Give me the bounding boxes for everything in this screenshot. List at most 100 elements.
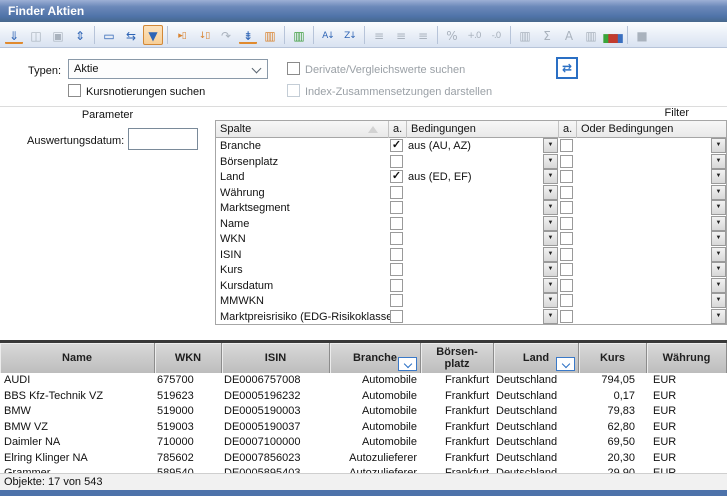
filter-row: ISIN ▼ ▼ [216, 247, 726, 263]
or-checkbox[interactable] [560, 294, 573, 307]
titlebar[interactable]: Finder Aktien [0, 0, 727, 22]
chart-icon[interactable]: ▅ [603, 25, 623, 45]
kursnotierungen-checkbox[interactable] [68, 84, 81, 97]
or-checkbox[interactable] [560, 310, 573, 323]
results-header-w-hrung[interactable]: Währung [647, 343, 727, 373]
column-filter-button[interactable] [398, 357, 417, 371]
results-header-isin[interactable]: ISIN [222, 343, 330, 373]
or-checkbox[interactable] [560, 170, 573, 183]
or-condition-dropdown-button[interactable]: ▼ [711, 293, 726, 308]
condition-dropdown-button[interactable]: ▼ [543, 247, 558, 262]
sort-desc-icon[interactable]: Z↓ [340, 25, 360, 45]
filter-icon[interactable]: ▼ [143, 25, 163, 45]
table-row[interactable]: BMW VZ519003DE0005190037AutomobileFrankf… [0, 420, 727, 436]
results-header-wkn[interactable]: WKN [155, 343, 222, 373]
column-header-label: Name [62, 352, 92, 364]
or-condition-dropdown-button[interactable]: ▼ [711, 262, 726, 277]
insert-row-icon[interactable]: ↓▯ [194, 25, 214, 45]
fit-height-icon[interactable]: ⇕ [70, 25, 90, 45]
condition-value[interactable]: aus (ED, EF) [408, 170, 540, 184]
apply-column-icon[interactable]: ⇟ [238, 25, 258, 45]
filter-column-label: ISIN [220, 248, 241, 262]
results-header-name[interactable]: Name [0, 343, 155, 373]
undo-move-icon: ↷ [216, 25, 236, 45]
filter-header-bedingungen[interactable]: Bedingungen [406, 121, 558, 138]
or-checkbox[interactable] [560, 232, 573, 245]
and-checkbox[interactable] [390, 310, 403, 323]
or-condition-dropdown-button[interactable]: ▼ [711, 185, 726, 200]
swap-layout-icon[interactable]: ⇆ [121, 25, 141, 45]
filter-header-and2[interactable]: a. [558, 121, 576, 138]
or-condition-dropdown-button[interactable]: ▼ [711, 231, 726, 246]
or-checkbox[interactable] [560, 248, 573, 261]
export-icon[interactable]: ⇓ [4, 25, 24, 45]
results-header-land[interactable]: Land [494, 343, 579, 373]
and-checkbox[interactable] [390, 217, 403, 230]
or-checkbox[interactable] [560, 155, 573, 168]
condition-dropdown-button[interactable]: ▼ [543, 216, 558, 231]
or-condition-dropdown-button[interactable]: ▼ [711, 247, 726, 262]
hide-column-icon[interactable]: ▥ [289, 25, 309, 45]
auswertungsdatum-input[interactable] [128, 128, 198, 150]
column-stats-icon[interactable]: ▥ [260, 25, 280, 45]
filter-header-oder-bedingungen[interactable]: Oder Bedingungen [576, 121, 727, 138]
or-checkbox[interactable] [560, 139, 573, 152]
filter-header-spalte[interactable]: Spalte [216, 121, 388, 138]
derivate-checkbox[interactable] [287, 62, 300, 75]
results-header-branche[interactable]: Branche [330, 343, 421, 373]
condition-dropdown-button[interactable]: ▼ [543, 154, 558, 169]
table-row[interactable]: BBS Kfz-Technik VZ519623DE0005196232Auto… [0, 389, 727, 405]
or-checkbox[interactable] [560, 217, 573, 230]
or-checkbox[interactable] [560, 186, 573, 199]
condition-dropdown-button[interactable]: ▼ [543, 231, 558, 246]
table-row[interactable]: Grammer589540DE0005895403AutozuliefererF… [0, 466, 727, 473]
window-title: Finder Aktien [8, 4, 84, 18]
refresh-button[interactable]: ⇄ [556, 57, 578, 79]
insert-column-icon[interactable]: ▸▯ [172, 25, 192, 45]
condition-dropdown-button[interactable]: ▼ [543, 262, 558, 277]
condition-value[interactable]: aus (AU, AZ) [408, 139, 540, 153]
filter-header-and[interactable]: a. [388, 121, 406, 138]
or-condition-dropdown-button[interactable]: ▼ [711, 216, 726, 231]
or-condition-dropdown-button[interactable]: ▼ [711, 200, 726, 215]
or-condition-dropdown-button[interactable]: ▼ [711, 309, 726, 324]
new-window-icon[interactable]: ▭ [99, 25, 119, 45]
and-checkbox[interactable] [390, 294, 403, 307]
and-checkbox[interactable] [390, 263, 403, 276]
condition-dropdown-button[interactable]: ▼ [543, 309, 558, 324]
typen-select[interactable]: Aktie [68, 59, 268, 79]
condition-dropdown-button[interactable]: ▼ [543, 169, 558, 184]
table-row[interactable]: AUDI675700DE0006757008AutomobileFrankfur… [0, 373, 727, 389]
and-checkbox[interactable] [390, 155, 403, 168]
condition-dropdown-button[interactable]: ▼ [543, 278, 558, 293]
cell: EUR [647, 420, 727, 436]
condition-dropdown-button[interactable]: ▼ [543, 293, 558, 308]
results-header-kurs[interactable]: Kurs [579, 343, 647, 373]
and-checkbox[interactable]: ✓ [390, 139, 403, 152]
or-checkbox[interactable] [560, 263, 573, 276]
or-condition-dropdown-button[interactable]: ▼ [711, 278, 726, 293]
and-checkbox[interactable] [390, 186, 403, 199]
or-condition-dropdown-button[interactable]: ▼ [711, 169, 726, 184]
or-checkbox[interactable] [560, 279, 573, 292]
cell: DE0007856023 [222, 451, 330, 467]
or-condition-dropdown-button[interactable]: ▼ [711, 154, 726, 169]
sort-asc-icon[interactable]: A↓ [318, 25, 338, 45]
column-filter-button[interactable] [556, 357, 575, 371]
and-checkbox[interactable] [390, 279, 403, 292]
and-checkbox[interactable] [390, 201, 403, 214]
index-checkbox[interactable] [287, 84, 300, 97]
table-row[interactable]: Daimler NA710000DE0007100000AutomobileFr… [0, 435, 727, 451]
and-checkbox[interactable] [390, 248, 403, 261]
condition-dropdown-button[interactable]: ▼ [543, 200, 558, 215]
condition-dropdown-button[interactable]: ▼ [543, 185, 558, 200]
table-row[interactable]: Elring Klinger NA785602DE0007856023Autoz… [0, 451, 727, 467]
table-row[interactable]: BMW519000DE0005190003AutomobileFrankfurt… [0, 404, 727, 420]
or-condition-dropdown-button[interactable]: ▼ [711, 138, 726, 153]
condition-dropdown-button[interactable]: ▼ [543, 138, 558, 153]
chevron-down-icon [403, 360, 411, 368]
and-checkbox[interactable]: ✓ [390, 170, 403, 183]
or-checkbox[interactable] [560, 201, 573, 214]
results-header-b-rsen-platz[interactable]: Börsen- platz [421, 343, 494, 373]
and-checkbox[interactable] [390, 232, 403, 245]
